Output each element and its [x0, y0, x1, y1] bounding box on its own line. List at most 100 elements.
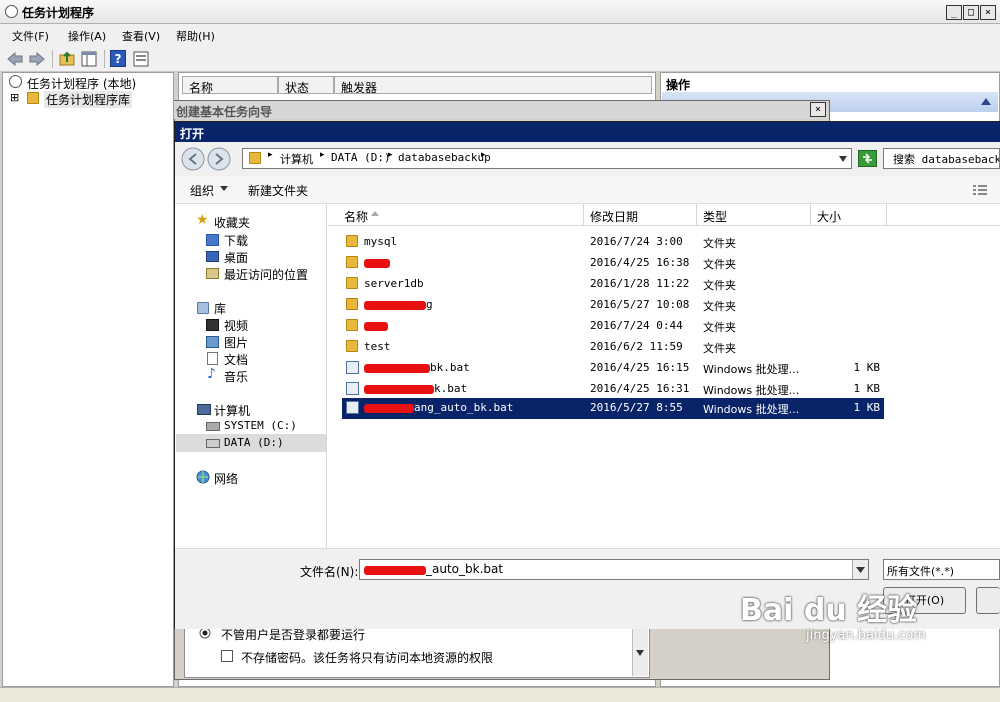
search-input[interactable]: 搜索 databasebackup — [883, 148, 1000, 169]
menu-action[interactable]: 操作(A) — [68, 28, 106, 44]
wizard-close-button[interactable]: × — [810, 102, 826, 117]
nav-libraries[interactable]: 库 — [214, 300, 226, 317]
file-row[interactable]: k.bat 2016/4/25 16:31 Windows 批处理... 1 K… — [342, 379, 884, 400]
clock-icon — [9, 75, 22, 88]
expander-icon[interactable]: ⊞ — [10, 91, 19, 104]
file-row[interactable]: server1db 2016/1/28 11:22 文件夹 — [342, 274, 884, 295]
view-options-icon[interactable] — [972, 183, 988, 197]
forward-arrow-icon[interactable] — [28, 50, 46, 68]
nav-videos[interactable]: 视频 — [224, 317, 248, 334]
redaction-mark — [364, 301, 426, 310]
tree-item-local[interactable]: 任务计划程序 (本地) — [27, 75, 136, 92]
nav-music[interactable]: 音乐 — [224, 368, 248, 385]
cancel-button[interactable] — [976, 587, 1000, 614]
nav-downloads[interactable]: 下载 — [224, 232, 248, 249]
back-arrow-icon[interactable] — [6, 50, 24, 68]
close-button[interactable]: × — [980, 5, 996, 20]
new-folder-button[interactable]: 新建文件夹 — [248, 182, 308, 199]
documents-icon — [207, 352, 218, 365]
address-folder-icon — [249, 152, 261, 164]
up-folder-icon[interactable] — [58, 50, 76, 68]
folder-icon — [346, 235, 358, 247]
breadcrumb-computer[interactable]: 计算机 — [280, 151, 313, 167]
breadcrumb-separator: ▸ — [388, 150, 393, 160]
nav-drive-d[interactable]: DATA (D:) — [224, 436, 284, 449]
file-size: 1 KB — [853, 361, 881, 374]
file-row[interactable]: g 2016/5/27 10:08 文件夹 — [342, 295, 884, 316]
file-date: 2016/1/28 11:22 — [590, 277, 690, 290]
tree-item-library[interactable]: 任务计划程序库 — [44, 91, 133, 108]
checkbox-no-password[interactable] — [221, 650, 233, 662]
file-row-selected[interactable]: ang_auto_bk.bat 2016/5/27 8:55 Windows 批… — [342, 398, 884, 419]
navigation-pane — [175, 204, 327, 548]
nav-desktop[interactable]: 桌面 — [224, 249, 248, 266]
column-trigger[interactable]: 触发器 — [334, 76, 652, 95]
file-date: 2016/4/25 16:31 — [590, 382, 690, 395]
watermark-url: jingyan.baidu.com — [806, 628, 926, 643]
nav-favorites[interactable]: 收藏夹 — [214, 214, 250, 231]
file-size: 1 KB — [853, 382, 881, 395]
menu-file[interactable]: 文件(F) — [12, 28, 49, 44]
batch-file-icon — [346, 361, 359, 374]
column-date-header[interactable]: 修改日期 — [584, 204, 697, 226]
file-type: 文件夹 — [703, 279, 736, 292]
filename-value: _auto_bk.bat — [426, 562, 504, 576]
redaction-mark — [364, 404, 414, 413]
batch-file-icon — [346, 401, 359, 414]
help-icon[interactable]: ? — [110, 50, 126, 67]
organize-dropdown-icon[interactable] — [220, 185, 228, 193]
column-name[interactable]: 名称 — [182, 76, 278, 95]
breadcrumb-drive[interactable]: DATA (D:) — [331, 151, 391, 164]
redaction-mark — [364, 566, 426, 575]
file-row[interactable]: 2016/7/24 0:44 文件夹 — [342, 316, 884, 337]
file-name: mysql — [364, 235, 398, 248]
menu-view[interactable]: 查看(V) — [122, 28, 160, 44]
folder-icon — [346, 277, 358, 289]
redaction-mark — [364, 364, 430, 373]
menu-help[interactable]: 帮助(H) — [176, 28, 215, 44]
main-toolbar — [0, 46, 1000, 72]
minimize-button[interactable]: _ — [946, 5, 962, 20]
computer-icon — [197, 404, 211, 415]
collapse-up-icon[interactable] — [980, 96, 992, 106]
column-type-header[interactable]: 类型 — [697, 204, 811, 226]
file-type-select[interactable]: 所有文件(*.*) — [883, 559, 1000, 580]
column-size-header[interactable]: 大小 — [811, 204, 887, 226]
wizard-titlebar — [174, 101, 828, 119]
column-status[interactable]: 状态 — [278, 76, 334, 95]
back-circle-icon[interactable] — [181, 147, 205, 171]
file-row[interactable]: bk.bat 2016/4/25 16:15 Windows 批处理... 1 … — [342, 358, 884, 379]
nav-recent[interactable]: 最近访问的位置 — [224, 266, 308, 283]
drive-d-icon — [206, 439, 220, 448]
download-icon — [206, 234, 219, 246]
file-row[interactable]: test 2016/6/2 11:59 文件夹 — [342, 337, 884, 358]
nav-drive-c[interactable]: SYSTEM (C:) — [224, 419, 297, 432]
forward-circle-icon[interactable] — [207, 147, 231, 171]
nav-network[interactable]: 网络 — [214, 470, 238, 487]
file-date: 2016/4/25 16:15 — [590, 361, 690, 374]
open-dialog-titlebar — [175, 122, 1000, 142]
nav-documents[interactable]: 文档 — [224, 351, 248, 368]
file-row[interactable]: mysql 2016/7/24 3:00 文件夹 — [342, 232, 884, 253]
nav-pictures[interactable]: 图片 — [224, 334, 248, 351]
nav-computer[interactable]: 计算机 — [214, 402, 250, 419]
option-no-password-label: 不存储密码。该任务将只有访问本地资源的权限 — [241, 651, 494, 665]
network-icon — [196, 470, 210, 484]
scroll-down-icon[interactable] — [635, 648, 645, 658]
maximize-button[interactable]: □ — [963, 5, 979, 20]
drive-c-icon — [206, 422, 220, 431]
organize-button[interactable]: 组织 — [190, 182, 214, 199]
file-row[interactable]: 2016/4/25 16:38 文件夹 — [342, 253, 884, 274]
file-date: 2016/7/24 3:00 — [590, 235, 683, 248]
properties-icon[interactable] — [132, 50, 150, 68]
refresh-arrows-icon — [863, 153, 872, 164]
task-scheduler-icon — [5, 5, 18, 18]
file-date: 2016/6/2 11:59 — [590, 340, 683, 353]
address-dropdown-icon[interactable] — [838, 154, 848, 164]
breadcrumb-folder[interactable]: databasebackup — [398, 151, 491, 164]
filename-label: 文件名(N): — [300, 565, 359, 579]
file-name: ang_auto_bk.bat — [414, 401, 514, 414]
folder-icon — [346, 319, 358, 331]
file-date: 2016/5/27 10:08 — [590, 298, 690, 311]
show-pane-icon[interactable] — [80, 50, 98, 68]
